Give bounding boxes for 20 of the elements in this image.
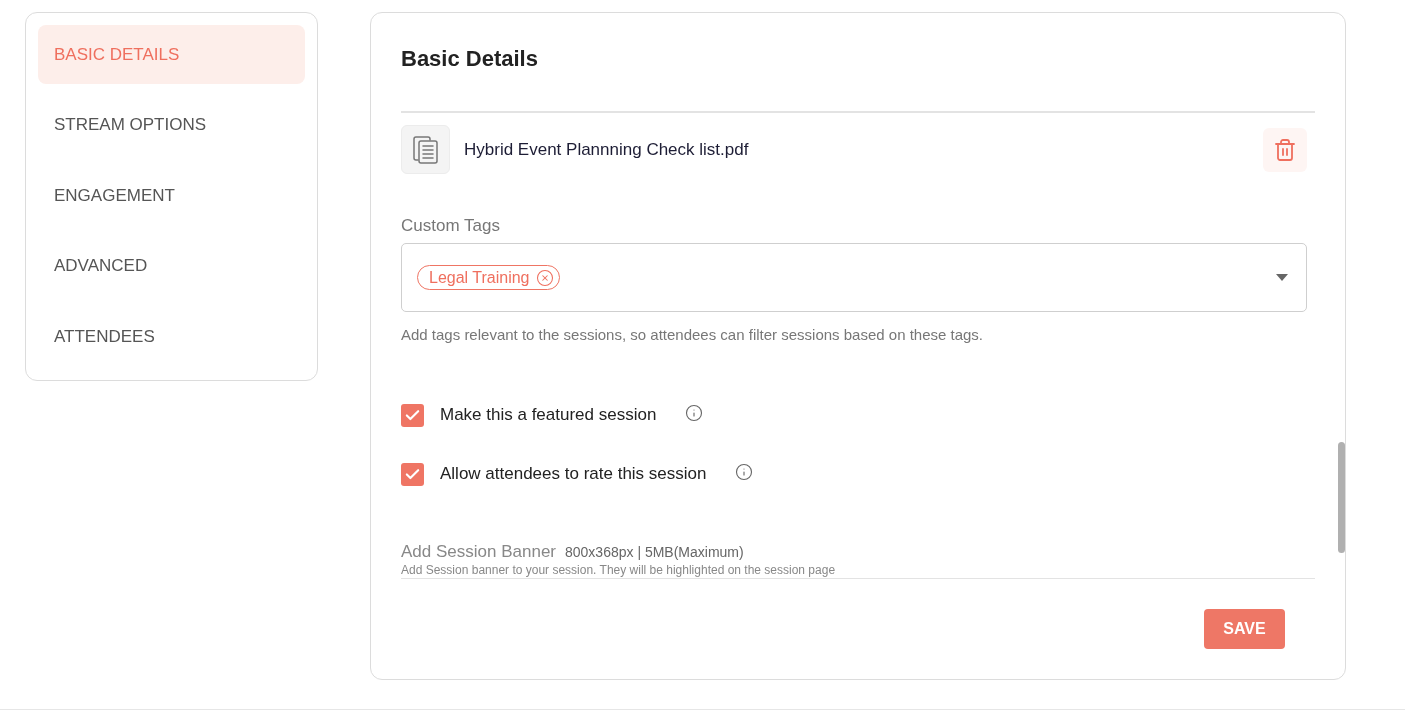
section-title: Basic Details bbox=[401, 45, 538, 73]
delete-button[interactable] bbox=[1263, 127, 1307, 172]
field-label: Custom Tags bbox=[401, 215, 500, 237]
file-name: Hybrid Event Plannning Check list.pdf bbox=[464, 138, 749, 161]
scrollbar-thumb[interactable] bbox=[1338, 442, 1345, 553]
checkbox[interactable] bbox=[401, 462, 424, 486]
dropdown-caret-icon[interactable] bbox=[1276, 274, 1288, 281]
size-hint: 800x368px | 5MB(Maximum) bbox=[565, 543, 744, 561]
remove-tag-icon[interactable] bbox=[535, 268, 554, 287]
checkbox-label: Allow attendees to rate this session bbox=[440, 463, 707, 485]
checkbox[interactable] bbox=[401, 403, 424, 427]
checkbox-label: Make this a featured session bbox=[440, 404, 657, 426]
info-icon[interactable] bbox=[735, 463, 754, 481]
trash-icon bbox=[1273, 137, 1297, 162]
tag-label: Legal Training bbox=[429, 267, 530, 288]
info-icon[interactable] bbox=[685, 404, 704, 422]
help-text: Add Session banner to your session. They will be highlighted on the session page bbox=[401, 563, 836, 577]
help-text: Add tags relevant to the sessions, so attendees can filter sessions based on these tags. bbox=[401, 325, 984, 345]
documents-icon bbox=[401, 125, 450, 174]
field-label: Add Session Banner bbox=[401, 541, 556, 563]
